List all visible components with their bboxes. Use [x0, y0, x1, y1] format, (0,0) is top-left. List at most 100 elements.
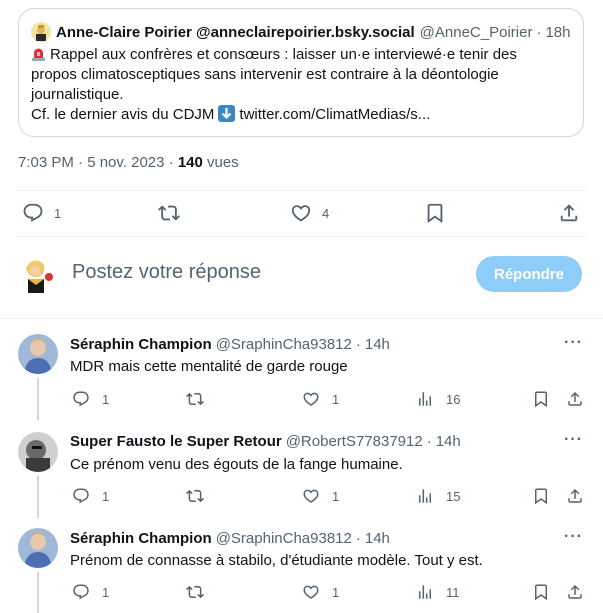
reply-avatar[interactable]	[18, 432, 58, 472]
reply-icon	[73, 488, 89, 504]
reply-reply-action[interactable]: 1	[72, 487, 109, 505]
reply-share-action[interactable]	[566, 390, 584, 408]
quoted-author-handle: @AnneC_Poirier	[419, 23, 533, 41]
reply-author-name[interactable]: Super Fausto le Super Retour	[70, 433, 282, 450]
like-action[interactable]: 4	[290, 202, 329, 224]
retweet-icon	[186, 585, 204, 599]
divider	[0, 318, 603, 319]
reply-retweet-action[interactable]	[186, 583, 204, 601]
quote-link[interactable]: twitter.com/ClimatMedias/s...	[239, 106, 430, 123]
reply-count: 1	[102, 488, 110, 504]
views-icon	[419, 585, 431, 599]
reply-share-action[interactable]	[566, 583, 584, 601]
views-count: 16	[446, 391, 461, 407]
reply-author-handle[interactable]: @SraphinCha93812	[216, 530, 352, 547]
quoted-tweet-card[interactable]: Anne-Claire Poirier @anneclairepoirier.b…	[18, 8, 584, 137]
tweet-datetime[interactable]: 7:03 PM · 5 nov. 2023	[18, 154, 164, 171]
bookmark-icon	[535, 391, 547, 408]
reply-bookmark-action[interactable]	[532, 390, 550, 408]
reply-bookmark-action[interactable]	[532, 487, 550, 505]
separator-dot: ·	[426, 433, 432, 450]
share-action[interactable]	[558, 202, 580, 224]
reply-header: Super Fausto le Super Retour @RobertS778…	[70, 433, 461, 450]
more-icon[interactable]: ···	[564, 528, 583, 546]
reply-like-action[interactable]: 1	[302, 390, 339, 408]
share-icon	[560, 204, 578, 222]
views-icon	[419, 489, 431, 503]
reply-text: MDR mais cette mentalité de garde rouge	[70, 358, 348, 375]
reply-reply-action[interactable]: 1	[72, 583, 109, 601]
reply-time[interactable]: 14h	[436, 433, 461, 450]
quoted-tweet-text: Rappel aux confrères et consœurs : laiss…	[31, 45, 571, 125]
reply-icon	[73, 584, 89, 600]
reply-like-action[interactable]: 1	[302, 583, 339, 601]
share-icon	[568, 488, 582, 503]
siren-emoji	[31, 46, 46, 61]
separator-dot: ·	[355, 530, 361, 547]
reply-author-handle[interactable]: @RobertS77837912	[286, 433, 423, 450]
retweet-icon	[186, 392, 204, 406]
retweet-action[interactable]	[158, 202, 180, 224]
quoted-tweet-header: Anne-Claire Poirier @anneclairepoirier.b…	[31, 22, 570, 42]
divider	[16, 236, 587, 237]
separator-dot: ·	[355, 336, 361, 353]
reply-time[interactable]: 14h	[365, 336, 390, 353]
reply-action[interactable]: 1	[22, 202, 61, 224]
like-count: 1	[332, 488, 340, 504]
user-avatar[interactable]	[16, 255, 56, 295]
quoted-author-name[interactable]: Anne-Claire Poirier @anneclairepoirier.b…	[56, 24, 415, 41]
retweet-icon	[158, 205, 180, 221]
reply-input[interactable]: Postez votre réponse	[72, 261, 261, 284]
views-icon	[419, 392, 431, 406]
views-count: 11	[446, 584, 460, 600]
quote-line-1: Rappel aux confrères et consœurs : laiss…	[50, 46, 517, 63]
more-icon[interactable]: ···	[564, 334, 583, 352]
quoted-tweet-time: 18h	[545, 23, 571, 41]
reply-text: Prénom de connasse à stabilo, d'étudiant…	[70, 552, 483, 569]
views-count: 15	[446, 488, 461, 504]
reply-count: 1	[54, 205, 62, 221]
quote-line-3: journalistique.	[31, 86, 124, 103]
reply-icon	[73, 391, 89, 407]
reply-like-action[interactable]: 1	[302, 487, 339, 505]
like-icon	[303, 585, 319, 599]
reply-avatar[interactable]	[18, 334, 58, 374]
separator-dot: ·	[168, 154, 178, 171]
quote-line-4: Cf. le dernier avis du CDJM	[31, 106, 215, 123]
views-label: vues	[207, 154, 239, 171]
reply-views[interactable]: 16	[416, 390, 460, 408]
reply-views[interactable]: 15	[416, 487, 460, 505]
more-icon[interactable]: ···	[564, 431, 583, 449]
reply-button[interactable]: Répondre	[476, 256, 582, 292]
quoted-author-avatar	[31, 22, 51, 42]
reply-author-handle[interactable]: @SraphinCha93812	[216, 336, 352, 353]
reply-time[interactable]: 14h	[365, 530, 390, 547]
reply-count: 1	[102, 391, 110, 407]
reply-header: Séraphin Champion @SraphinCha93812 · 14h	[70, 530, 390, 547]
share-icon	[568, 584, 582, 599]
bookmark-icon	[535, 584, 547, 601]
bookmark-icon	[427, 203, 443, 224]
reply-author-name[interactable]: Séraphin Champion	[70, 336, 212, 353]
retweet-icon	[186, 489, 204, 503]
reply-retweet-action[interactable]	[186, 390, 204, 408]
share-icon	[568, 391, 582, 406]
like-icon	[303, 392, 319, 406]
like-count: 1	[332, 584, 340, 600]
reply-text: Ce prénom venu des égouts de la fange hu…	[70, 456, 403, 473]
reply-bookmark-action[interactable]	[532, 583, 550, 601]
reply-retweet-action[interactable]	[186, 487, 204, 505]
thread-line	[37, 572, 39, 613]
bookmark-action[interactable]	[424, 202, 446, 224]
reply-header: Séraphin Champion @SraphinCha93812 · 14h	[70, 336, 390, 353]
reply-views[interactable]: 11	[416, 583, 460, 601]
down-arrow-emoji	[218, 105, 236, 122]
reply-author-name[interactable]: Séraphin Champion	[70, 530, 212, 547]
reply-avatar[interactable]	[18, 528, 58, 568]
divider	[16, 190, 587, 191]
reply-share-action[interactable]	[566, 487, 584, 505]
separator-dot: ·	[536, 23, 542, 41]
like-icon	[303, 489, 319, 503]
reply-reply-action[interactable]: 1	[72, 390, 109, 408]
thread-line	[37, 378, 39, 420]
